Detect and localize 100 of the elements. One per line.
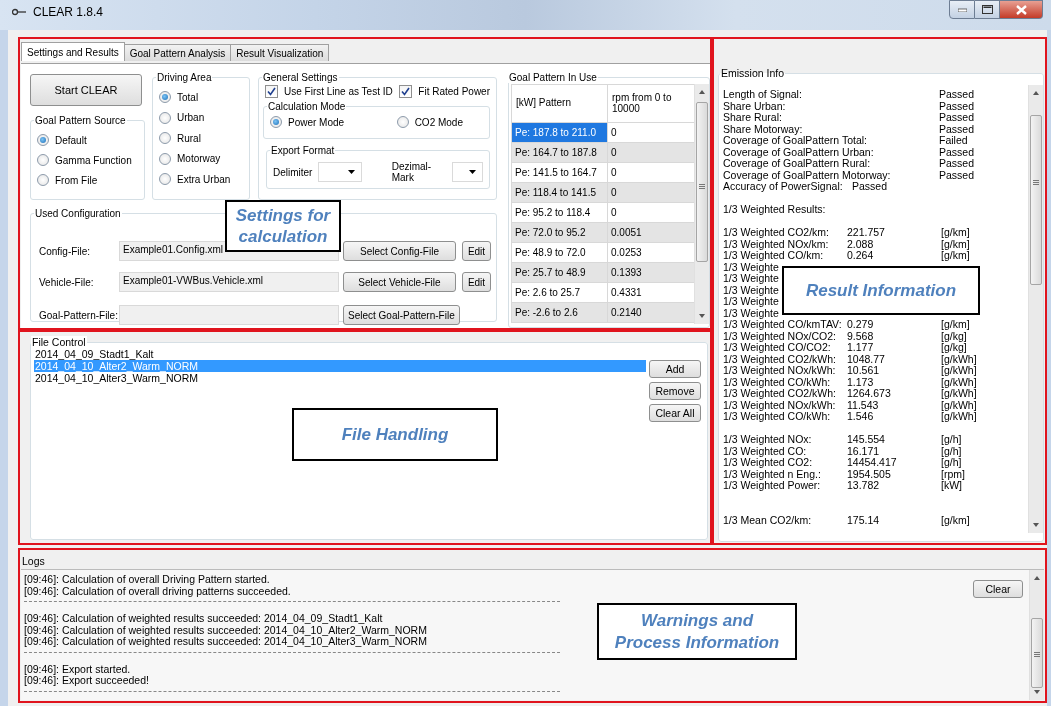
annotation-tooltip: Settings for calculation: [225, 200, 341, 252]
file-button[interactable]: Remove: [649, 382, 701, 400]
result-label: 1/3 Weighted CO/kmTAV:: [723, 319, 842, 331]
tab[interactable]: Goal Pattern Analysis: [123, 44, 232, 61]
log-line: [09:46]: Export succeeded!: [24, 675, 149, 687]
result-unit: [kW]: [941, 480, 962, 492]
result-value: 1264.673: [847, 388, 891, 400]
close-button[interactable]: [1000, 0, 1043, 19]
scrollbar[interactable]: [1028, 85, 1043, 533]
radio-label: Extra Urban: [177, 173, 231, 185]
annotation-tooltip: Warnings and Process Information: [597, 603, 797, 660]
table-cell[interactable]: Pe: 72.0 to 95.2: [511, 222, 608, 243]
group-title: Used Configuration: [34, 208, 122, 219]
tab[interactable]: Settings and Results: [21, 42, 125, 61]
window-title: CLEAR 1.8.4: [33, 5, 104, 19]
start-button[interactable]: Start CLEAR: [30, 74, 142, 106]
close-icon: [1015, 4, 1027, 15]
result-value: 1.177: [847, 342, 874, 354]
field-label: Goal-Pattern-File:: [39, 309, 119, 321]
checkbox[interactable]: [265, 85, 278, 98]
result-unit: [g/km]: [941, 227, 970, 239]
result-label: 1/3 Weighted n Eng.:: [723, 468, 821, 480]
result-value: 2.088: [847, 238, 874, 250]
result-value: 1.173: [847, 376, 874, 388]
select-file-button[interactable]: Select Goal-Pattern-File: [343, 305, 460, 325]
annotation-tooltip: Result Information: [782, 266, 980, 315]
result-unit: [g/km]: [941, 319, 970, 331]
text-field[interactable]: Example01-VWBus.Vehicle.xml: [119, 272, 339, 292]
result-label: 1/3 Weighted CO:: [723, 445, 807, 457]
result-value: 13.782: [847, 480, 880, 492]
check-result: Failed: [939, 135, 968, 147]
result-label: 1/3 Weighte: [723, 296, 779, 308]
column-header[interactable]: [kW] Pattern: [511, 84, 608, 123]
radio-label: Gamma Function: [55, 154, 132, 166]
result-value: 9.568: [847, 330, 874, 342]
group-title: Goal Pattern In Use: [508, 72, 598, 83]
edit-button[interactable]: Edit: [462, 272, 491, 292]
table-cell[interactable]: Pe: 141.5 to 164.7: [511, 162, 608, 183]
file-button[interactable]: Add: [649, 360, 701, 378]
result-unit: [g/kWh]: [941, 353, 977, 365]
result-unit: [rpm]: [941, 468, 965, 480]
select-file-button[interactable]: Select Vehicle-File: [343, 272, 456, 292]
result-label: 1/3 Weighte: [723, 284, 779, 296]
field-label: Vehicle-File:: [39, 276, 95, 288]
table-cell[interactable]: Pe: -2.6 to 2.6: [511, 302, 608, 323]
result-label: 1/3 Weighted NOx/kWh:: [723, 399, 836, 411]
select-file-button[interactable]: Select Config-File: [343, 241, 456, 261]
check-label: Coverage of GoalPattern Motorway:: [723, 169, 891, 181]
text-field[interactable]: [119, 305, 339, 325]
log-line: [09:46]: Calculation of weighted results succeeded: 2014_04_10_Alter2_Warm_NORM: [24, 624, 427, 636]
group-title: Export Format: [270, 145, 336, 156]
result-unit: [g/h]: [941, 445, 962, 457]
table-cell[interactable]: Pe: 48.9 to 72.0: [511, 242, 608, 263]
table-cell[interactable]: Pe: 164.7 to 187.8: [511, 142, 608, 163]
minimize-button[interactable]: [949, 0, 975, 19]
table-cell[interactable]: Pe: 25.7 to 48.9: [511, 262, 608, 283]
result-value: 16.171: [847, 445, 880, 457]
result-label: 1/3 Weighted CO2/kWh:: [723, 388, 837, 400]
table-cell[interactable]: Pe: 95.2 to 118.4: [511, 202, 608, 223]
field-label: Config-File:: [39, 245, 92, 257]
scrollbar[interactable]: [1029, 570, 1044, 700]
result-unit: [g/kWh]: [941, 411, 977, 423]
check-result: Passed: [939, 146, 975, 158]
check-result: Passed: [939, 123, 975, 135]
list-item[interactable]: 2014_04_09_Stadt1_Kalt: [34, 348, 646, 360]
log-line: [09:46]: Calculation of overall Driving Pattern started.: [24, 574, 270, 586]
result-label: 1/3 Weighted Power:: [723, 480, 821, 492]
radio-label: Rural: [177, 132, 201, 144]
result-unit: [g/km]: [941, 514, 970, 526]
log-line: [09:46]: Calculation of weighted results succeeded: 2014_04_09_Stadt1_Kalt: [24, 613, 383, 625]
caret-icon: [347, 170, 355, 174]
check-result: Passed: [939, 100, 975, 112]
dropdown[interactable]: [452, 162, 483, 182]
list-item[interactable]: 2014_04_10_Alter3_Warm_NORM: [34, 372, 646, 384]
checkbox-label: Use First Line as Test ID: [284, 86, 393, 97]
panel-title: Logs: [22, 555, 45, 567]
file-button[interactable]: Clear All: [649, 404, 701, 422]
app-icon: [12, 8, 26, 16]
edit-button[interactable]: Edit: [462, 241, 491, 261]
result-unit: [g/km]: [941, 238, 970, 250]
scrollbar[interactable]: [694, 84, 709, 324]
group-title: File Control: [31, 336, 87, 348]
checkbox[interactable]: [399, 85, 413, 98]
result-label: 1/3 Weighte: [723, 273, 779, 285]
tab[interactable]: Result Visualization: [230, 44, 330, 61]
table-cell[interactable]: Pe: 2.6 to 25.7: [511, 282, 608, 303]
check-result: Passed: [852, 181, 888, 193]
column-header[interactable]: rpm from 0 to 10000: [607, 84, 695, 123]
clear-button[interactable]: Clear: [973, 580, 1023, 598]
check-label: Accuracy of PowerSignal:: [723, 181, 843, 193]
result-label: 1/3 Weighte: [723, 261, 779, 273]
annotation-tooltip: File Handling: [292, 408, 498, 461]
table-cell[interactable]: Pe: 118.4 to 141.5: [511, 182, 608, 203]
table-cell[interactable]: Pe: 187.8 to 211.0: [511, 122, 608, 143]
result-unit: [g/kWh]: [941, 399, 977, 411]
group-title: Emission Info: [720, 67, 786, 79]
result-label: 1/3 Weighted CO/kWh:: [723, 411, 831, 423]
check-result: Passed: [939, 158, 975, 170]
log-line: [09:46]: Calculation of weighted results succeeded: 2014_04_10_Alter3_Warm_NORM: [24, 636, 427, 648]
maximize-button[interactable]: [975, 0, 1000, 19]
